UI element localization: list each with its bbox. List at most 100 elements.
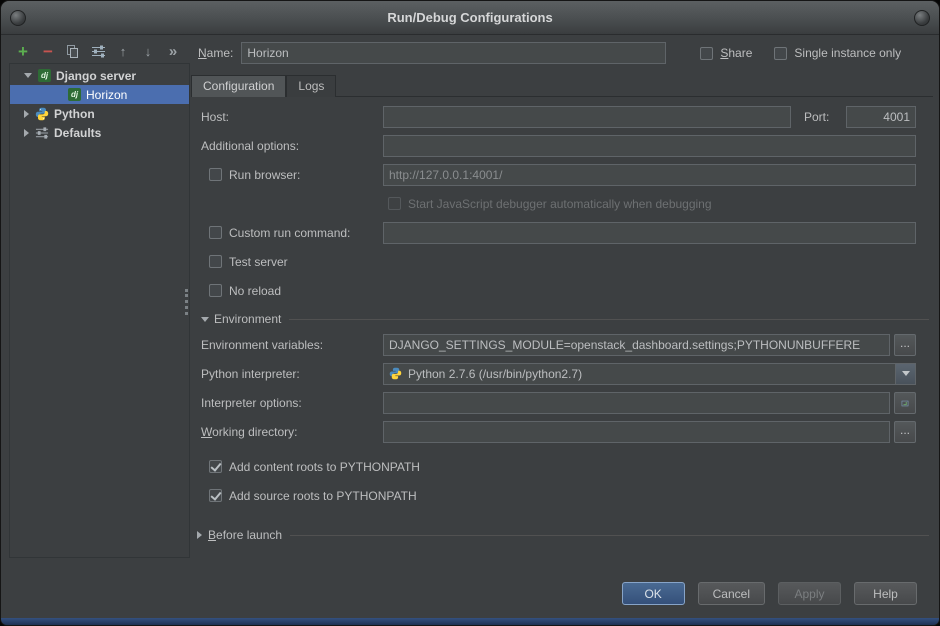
add-content-roots-label: Add content roots to PYTHONPATH: [229, 460, 420, 474]
combo-dropdown-button[interactable]: [895, 364, 915, 384]
expand-arrow-icon[interactable]: [24, 110, 29, 118]
add-source-roots-label: Add source roots to PYTHONPATH: [229, 489, 417, 503]
window-close-button[interactable]: [914, 10, 930, 26]
configuration-tab-panel: Host: Port: Additional options: Run brow…: [191, 97, 933, 510]
port-label: Port:: [804, 110, 829, 124]
no-reload-label: No reload: [229, 284, 281, 298]
tree-item-defaults[interactable]: Defaults: [10, 123, 189, 142]
interpreter-options-expand-button[interactable]: [894, 392, 916, 414]
dialog-buttons: OK Cancel Apply Help: [622, 582, 917, 605]
js-debugger-label: Start JavaScript debugger automatically …: [408, 197, 712, 211]
add-source-roots-row: Add source roots to PYTHONPATH: [191, 481, 933, 510]
additional-options-row: Additional options:: [191, 131, 933, 160]
working-directory-browse-button[interactable]: ...: [894, 421, 916, 443]
custom-run-command-checkbox[interactable]: [209, 226, 222, 239]
port-input[interactable]: [846, 106, 916, 128]
run-browser-row: Run browser:: [191, 160, 933, 189]
run-debug-configurations-dialog: Run/Debug Configurations + − ↑ ↓ »: [0, 0, 940, 626]
working-directory-input[interactable]: [383, 421, 890, 443]
test-server-row: Test server: [191, 247, 933, 276]
expand-field-icon: [901, 397, 909, 410]
configurations-tree: dj Django server dj Horizon Python: [9, 63, 190, 558]
name-row: Name: Share Single instance only: [191, 41, 933, 65]
move-up-icon[interactable]: ↑: [115, 43, 131, 59]
no-reload-row: No reload: [191, 276, 933, 305]
run-browser-label: Run browser:: [229, 168, 300, 182]
environment-section-label: Environment: [214, 312, 281, 326]
tree-item-label: Horizon: [86, 88, 127, 102]
add-source-roots-checkbox[interactable]: [209, 489, 222, 502]
custom-run-command-row: Custom run command:: [191, 218, 933, 247]
move-down-icon[interactable]: ↓: [140, 43, 156, 59]
defaults-settings-icon: [35, 126, 49, 140]
window-bottom-border: [1, 618, 939, 625]
edit-defaults-icon[interactable]: [90, 43, 106, 59]
tree-item-horizon[interactable]: dj Horizon: [10, 85, 189, 104]
window-title: Run/Debug Configurations: [387, 10, 552, 25]
test-server-checkbox[interactable]: [209, 255, 222, 268]
expand-arrow-icon[interactable]: [24, 129, 29, 137]
host-input[interactable]: [383, 106, 791, 128]
environment-section-header[interactable]: Environment: [191, 308, 933, 330]
environment-variables-row: Environment variables: ...: [191, 330, 933, 359]
tree-item-label: Defaults: [54, 126, 101, 140]
django-icon: dj: [68, 88, 81, 101]
python-interpreter-label: Python interpreter:: [201, 367, 383, 381]
run-browser-url-input[interactable]: [383, 164, 916, 186]
apply-button[interactable]: Apply: [778, 582, 841, 605]
interpreter-options-row: Interpreter options:: [191, 388, 933, 417]
working-directory-label: Working directory:: [201, 425, 383, 439]
tab-logs[interactable]: Logs: [286, 75, 336, 97]
tree-item-label: Django server: [56, 69, 136, 83]
tree-item-django-server[interactable]: dj Django server: [10, 66, 189, 85]
python-interpreter-select[interactable]: Python 2.7.6 (/usr/bin/python2.7): [383, 363, 916, 385]
section-separator-line: [289, 319, 929, 320]
js-debugger-row: Start JavaScript debugger automatically …: [191, 189, 933, 218]
tree-toolbar: + − ↑ ↓ »: [15, 40, 181, 62]
add-content-roots-checkbox[interactable]: [209, 460, 222, 473]
environment-variables-label: Environment variables:: [201, 338, 383, 352]
tree-item-python[interactable]: Python: [10, 104, 189, 123]
working-directory-row: Working directory: ...: [191, 417, 933, 446]
before-launch-label: Before launch: [208, 528, 282, 542]
name-input[interactable]: [241, 42, 666, 64]
copy-icon[interactable]: [65, 43, 81, 59]
share-checkbox[interactable]: [700, 47, 713, 60]
environment-variables-browse-button[interactable]: ...: [894, 334, 916, 356]
python-icon: [389, 367, 402, 380]
js-debugger-checkbox[interactable]: [388, 197, 401, 210]
test-server-label: Test server: [229, 255, 288, 269]
python-interpreter-row: Python interpreter: Python 2.7.6 (/usr/b…: [191, 359, 933, 388]
host-row: Host: Port:: [191, 102, 933, 131]
host-label: Host:: [201, 110, 383, 124]
python-interpreter-value: Python 2.7.6 (/usr/bin/python2.7): [408, 367, 582, 381]
custom-run-command-input[interactable]: [383, 222, 916, 244]
additional-options-input[interactable]: [383, 135, 916, 157]
no-reload-checkbox[interactable]: [209, 284, 222, 297]
collapse-arrow-icon[interactable]: [24, 73, 32, 78]
add-content-roots-row: Add content roots to PYTHONPATH: [191, 452, 933, 481]
single-instance-checkbox[interactable]: [774, 47, 787, 60]
interpreter-options-input[interactable]: [383, 392, 890, 414]
interpreter-options-label: Interpreter options:: [201, 396, 383, 410]
cancel-button[interactable]: Cancel: [698, 582, 765, 605]
panel-splitter[interactable]: [185, 289, 188, 315]
titlebar[interactable]: Run/Debug Configurations: [1, 1, 939, 35]
window-menu-button[interactable]: [10, 10, 26, 26]
run-browser-checkbox[interactable]: [209, 168, 222, 181]
chevron-down-icon: [902, 371, 910, 376]
section-expand-icon[interactable]: [197, 531, 202, 539]
section-collapse-icon[interactable]: [201, 317, 209, 322]
single-instance-label: Single instance only: [794, 46, 901, 60]
add-icon[interactable]: +: [15, 43, 31, 59]
help-button[interactable]: Help: [854, 582, 917, 605]
name-label: Name:: [198, 46, 233, 60]
tab-configuration[interactable]: Configuration: [191, 75, 286, 97]
ok-button[interactable]: OK: [622, 582, 685, 605]
remove-icon[interactable]: −: [40, 43, 56, 59]
more-icon[interactable]: »: [165, 43, 181, 59]
section-separator-line: [290, 535, 929, 536]
python-icon: [35, 107, 49, 121]
environment-variables-input[interactable]: [383, 334, 890, 356]
before-launch-section-header[interactable]: Before launch: [191, 526, 933, 544]
